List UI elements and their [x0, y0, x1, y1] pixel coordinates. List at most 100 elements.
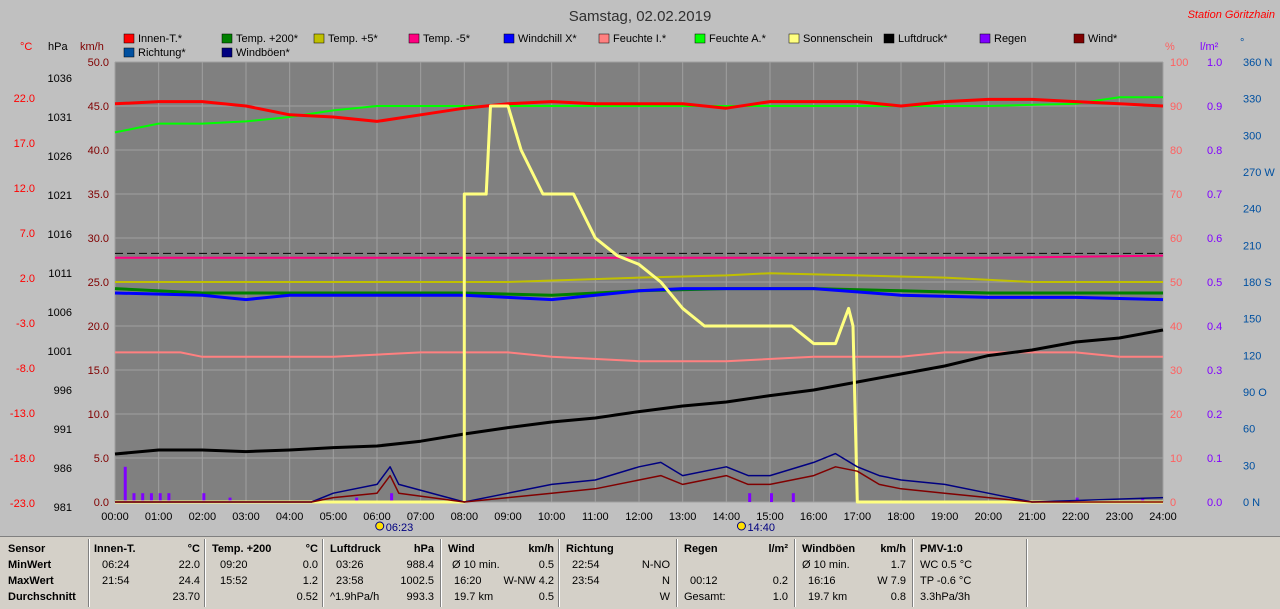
windboen-min-note: Ø 10 min.	[802, 559, 850, 571]
tick-label-direction: 30	[1243, 460, 1255, 472]
luftdruck-header: Luftdruck	[330, 543, 381, 555]
innen-max-value: 24.4	[178, 575, 200, 587]
tick-label-direction: 150	[1243, 314, 1261, 326]
legend-swatch	[123, 33, 135, 44]
tick-label-direction: 210	[1243, 240, 1261, 252]
temp200-avg-value: 0.52	[296, 591, 318, 603]
tick-label-direction: 0 N	[1243, 497, 1260, 509]
tick-label-humidity: 100	[1170, 57, 1188, 69]
innen-avg-value: 23.70	[172, 591, 200, 603]
legend-label: Innen-T.*	[138, 33, 183, 45]
rain-bar	[791, 493, 795, 502]
innen-min-time: 06:24	[102, 559, 130, 571]
richtung-avg-value: W	[659, 591, 670, 603]
luftdruck-unit: hPa	[413, 543, 434, 555]
weather-chart: Samstag, 02.02.2019 Station Göritzhain Inn…	[0, 0, 1280, 536]
tick-label-time: 18:00	[887, 511, 915, 523]
legend-swatch	[221, 47, 233, 58]
axis-unit-direction: °	[1240, 37, 1244, 49]
luftdruck-min-value: 988.4	[406, 559, 434, 571]
column-divider	[322, 539, 324, 607]
legend-label: Windchill X*	[518, 33, 577, 45]
legend-swatch	[788, 33, 800, 44]
tick-label-temp: -8.0	[16, 363, 35, 375]
luftdruck-max-value: 1002.5	[400, 575, 434, 587]
column-divider	[204, 539, 206, 607]
row-label-max: MaxWert	[8, 575, 54, 587]
luftdruck-max-time: 23:58	[336, 575, 364, 587]
legend-label: Feuchte A.*	[709, 33, 767, 45]
sun-marker-time: 14:40	[747, 522, 775, 534]
tick-label-direction: 270 W	[1243, 167, 1275, 179]
tick-label-rain: 0.8	[1207, 145, 1222, 157]
legend-label: Regen	[994, 33, 1026, 45]
temp200-max-value: 1.2	[302, 575, 318, 587]
tick-label-time: 12:00	[625, 511, 653, 523]
tick-label-time: 04:00	[276, 511, 304, 523]
column-divider	[676, 539, 678, 607]
tick-label-direction: 90 O	[1243, 387, 1267, 399]
tick-label-temp: 22.0	[14, 93, 35, 105]
row-label-min: MinWert	[8, 559, 52, 571]
tick-label-pressure: 1001	[48, 346, 72, 358]
tick-label-temp: 7.0	[20, 228, 35, 240]
innen-min-value: 22.0	[178, 559, 200, 571]
tick-label-pressure: 1031	[48, 112, 72, 124]
axis-unit-pressure: hPa	[48, 41, 68, 53]
tick-label-direction: 330	[1243, 94, 1261, 106]
tick-label-rain: 0.7	[1207, 189, 1222, 201]
tick-label-wind: 0.0	[94, 497, 109, 509]
tick-label-wind: 40.0	[88, 145, 109, 157]
regen-max-value: 0.2	[772, 575, 788, 587]
legend-label: Temp. +5*	[328, 33, 379, 45]
legend-swatch	[221, 33, 233, 44]
wind-min-value: 0.5	[538, 559, 554, 571]
tick-label-pressure: 1006	[48, 307, 72, 319]
column-divider	[1026, 539, 1028, 607]
tick-label-time: 03:00	[232, 511, 260, 523]
windboen-min-value: 1.7	[890, 559, 906, 571]
legend-label: Richtung*	[138, 47, 186, 59]
tick-label-direction: 300	[1243, 130, 1261, 142]
legend-swatch	[883, 33, 895, 44]
tick-label-time: 20:00	[975, 511, 1003, 523]
tick-label-time: 13:00	[669, 511, 697, 523]
legend-label: Temp. +200*	[236, 33, 299, 45]
innen-column: Innen-T. °C 06:24 22.0 21:54 24.4 23.70	[94, 541, 200, 607]
tick-label-temp: -18.0	[10, 453, 35, 465]
tick-label-humidity: 90	[1170, 101, 1182, 113]
tick-label-rain: 0.2	[1207, 409, 1222, 421]
luftdruck-min-time: 03:26	[336, 559, 364, 571]
tick-label-direction: 60	[1243, 424, 1255, 436]
tick-label-pressure: 991	[54, 424, 72, 436]
axis-unit-temp: °C	[20, 41, 32, 53]
legend-swatch	[598, 33, 610, 44]
legend-swatch	[694, 33, 706, 44]
pmv-pressure-trend: 3.3hPa/3h	[920, 591, 971, 603]
tick-label-temp: 2.0	[20, 273, 35, 285]
rain-bar	[748, 493, 752, 502]
sensor-header: Sensor	[8, 543, 46, 555]
wind-min-note: Ø 10 min.	[452, 559, 500, 571]
tick-label-temp: -23.0	[10, 498, 35, 510]
tick-label-pressure: 1021	[48, 190, 72, 202]
tick-label-wind: 5.0	[94, 453, 109, 465]
regen-header: Regen	[684, 543, 718, 555]
richtung-max-value: N	[662, 575, 670, 587]
tick-label-direction: 120	[1243, 350, 1261, 362]
luftdruck-avg-value: 993.3	[406, 591, 434, 603]
sunrise-icon	[375, 521, 385, 531]
tick-label-pressure: 981	[54, 502, 72, 514]
tick-label-rain: 0.0	[1207, 497, 1222, 509]
temp200-unit: °C	[305, 543, 318, 555]
tick-label-wind: 50.0	[88, 57, 109, 69]
tick-label-wind: 10.0	[88, 409, 109, 421]
temp200-min-time: 09:20	[220, 559, 248, 571]
regen-total-value: 1.0	[772, 591, 788, 603]
sensor-column: Sensor MinWert MaxWert Durchschnitt	[8, 541, 88, 607]
rain-bar	[123, 466, 127, 502]
tick-label-humidity: 60	[1170, 233, 1182, 245]
tick-label-temp: -13.0	[10, 408, 35, 420]
tick-label-time: 23:00	[1106, 511, 1134, 523]
innen-max-time: 21:54	[102, 575, 130, 587]
